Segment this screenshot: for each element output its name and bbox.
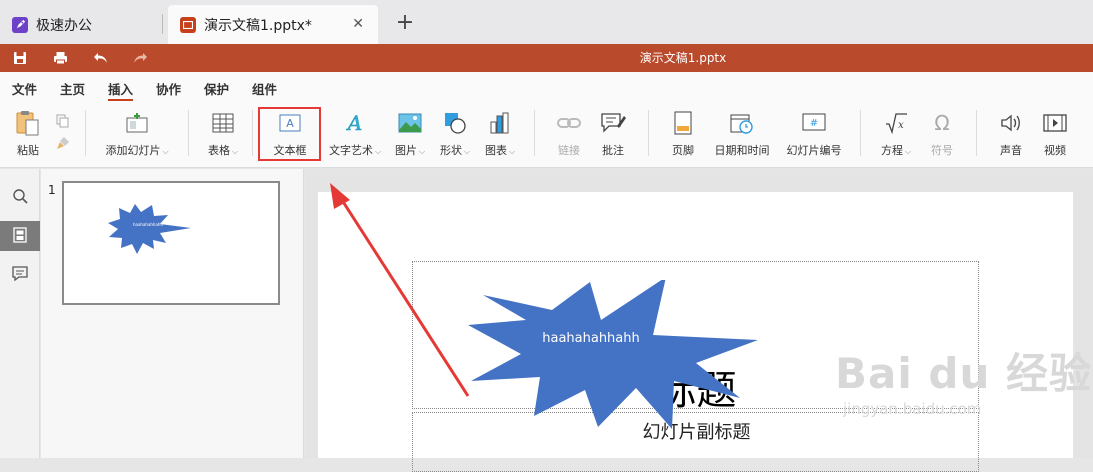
menu-protect[interactable]: 保护 [204,79,229,98]
datetime-button[interactable]: 日期和时间 [712,110,772,160]
rocket-icon [12,16,28,33]
slide-thumbnails-panel: 1 haahahahhahh [41,169,304,458]
search-icon [12,188,28,207]
paste-button[interactable]: 粘贴 [12,110,44,160]
ribbon-divider [976,110,977,156]
menu-file[interactable]: 文件 [12,79,37,98]
search-button[interactable] [0,182,40,212]
chevron-down-icon: ⌵ [374,147,382,156]
shape-icon [443,110,467,136]
comment-icon [12,266,28,284]
ribbon-menu: 文件 主页 插入 协作 保护 组件 [0,72,1093,102]
shape-button[interactable]: 形状 ⌵ [437,110,473,160]
table-icon [212,110,234,136]
comment-button[interactable]: 批注 [598,110,628,160]
svg-text:haahahahhahh: haahahahhahh [133,222,163,227]
slide-number-button[interactable]: # 幻灯片编号 [784,110,844,160]
menu-home[interactable]: 主页 [60,79,85,98]
close-icon[interactable]: ✕ [352,16,364,32]
ribbon-divider [534,110,535,156]
wordart-button[interactable]: A 文字艺术 ⌵ [326,110,384,160]
tab-divider [162,14,163,34]
tab-home[interactable]: 极速办公 [0,5,160,44]
chevron-down-icon: ⌵ [418,147,426,156]
equation-icon: x [884,110,908,136]
tab-document-label: 演示文稿1.pptx* [204,17,312,34]
brush-icon [56,134,70,152]
ribbon-divider [648,110,649,156]
slide-number-icon: # [802,110,826,136]
slide[interactable]: 标题 幻灯片副标题 haahahahhahh [318,192,1073,472]
symbol-button[interactable]: Ω 符号 [928,110,956,160]
thumbnail-number: 1 [48,183,56,197]
tab-home-label: 极速办公 [36,17,92,34]
comment-icon [600,110,626,136]
document-title: 演示文稿1.pptx [639,51,727,65]
chevron-down-icon: ⌵ [162,147,169,156]
tab-document[interactable]: 演示文稿1.pptx* ✕ [168,5,378,44]
ribbon-divider [252,110,253,156]
textbox-highlight [258,107,321,161]
ribbon-divider [188,110,189,156]
add-slide-button[interactable]: 添加幻灯片 ⌵ [100,110,174,160]
link-icon [557,110,581,136]
clipboard-icon [15,110,41,136]
comments-panel-button[interactable] [0,260,40,290]
title-bar: 演示文稿1.pptx [0,44,1093,72]
slide-thumbnail[interactable]: haahahahhahh [62,181,280,305]
slides-panel-button[interactable] [0,221,40,251]
menu-components[interactable]: 组件 [252,79,277,98]
svg-text:#: # [810,118,818,129]
chevron-down-icon: ⌵ [904,147,912,156]
wordart-icon: A [344,110,366,136]
image-button[interactable]: 图片 ⌵ [392,110,428,160]
tab-strip: 极速办公 演示文稿1.pptx* ✕ + [0,0,1093,44]
link-button[interactable]: 链接 [554,110,584,160]
equation-button[interactable]: x 方程 ⌵ [878,110,914,160]
image-icon [398,110,422,136]
svg-text:Ω: Ω [934,112,949,134]
chevron-down-icon: ⌵ [463,147,471,156]
ribbon-toolbar: 粘贴 添加幻灯片 ⌵ 表格 ⌵ A 文本框 A 文字艺术 ⌵ 图片 ⌵ 形状 ⌵… [0,102,1093,168]
watermark-url: jingyan.baidu.com [843,400,982,418]
menu-collaborate[interactable]: 协作 [156,79,181,98]
slides-icon [13,226,27,246]
copy-icon [56,108,70,134]
left-nav-rail [0,169,40,458]
chevron-down-icon: ⌵ [231,147,239,156]
video-button[interactable]: 视频 [1040,110,1070,160]
footer-button[interactable]: 页脚 [668,110,698,160]
baidu-watermark: Bai du 经验 jingyan.baidu.com [835,340,1092,418]
new-tab-button[interactable]: + [395,10,415,35]
shape-text: haahahahhahh [542,331,640,346]
calendar-clock-icon [730,110,754,136]
svg-text:A: A [346,112,362,134]
film-icon [1043,110,1067,136]
bar-chart-icon [489,110,511,136]
audio-button[interactable]: 声音 [996,110,1026,160]
explosion-shape[interactable]: haahahahhahh [468,280,788,430]
speaker-icon [1000,110,1022,136]
chart-button[interactable]: 图表 ⌵ [482,110,518,160]
svg-text:x: x [898,120,904,131]
presentation-icon [180,16,196,33]
watermark-logo: Bai du 经验 [835,349,1092,398]
footer-icon [674,110,692,136]
add-slide-icon [125,110,149,136]
ribbon-divider [85,110,86,156]
menu-insert[interactable]: 插入 [108,79,134,101]
ribbon-divider [860,110,861,156]
omega-icon: Ω [931,110,953,136]
table-button[interactable]: 表格 ⌵ [204,110,242,160]
thumbnail-burst-shape: haahahahhahh [108,204,191,254]
chevron-down-icon: ⌵ [508,147,516,156]
